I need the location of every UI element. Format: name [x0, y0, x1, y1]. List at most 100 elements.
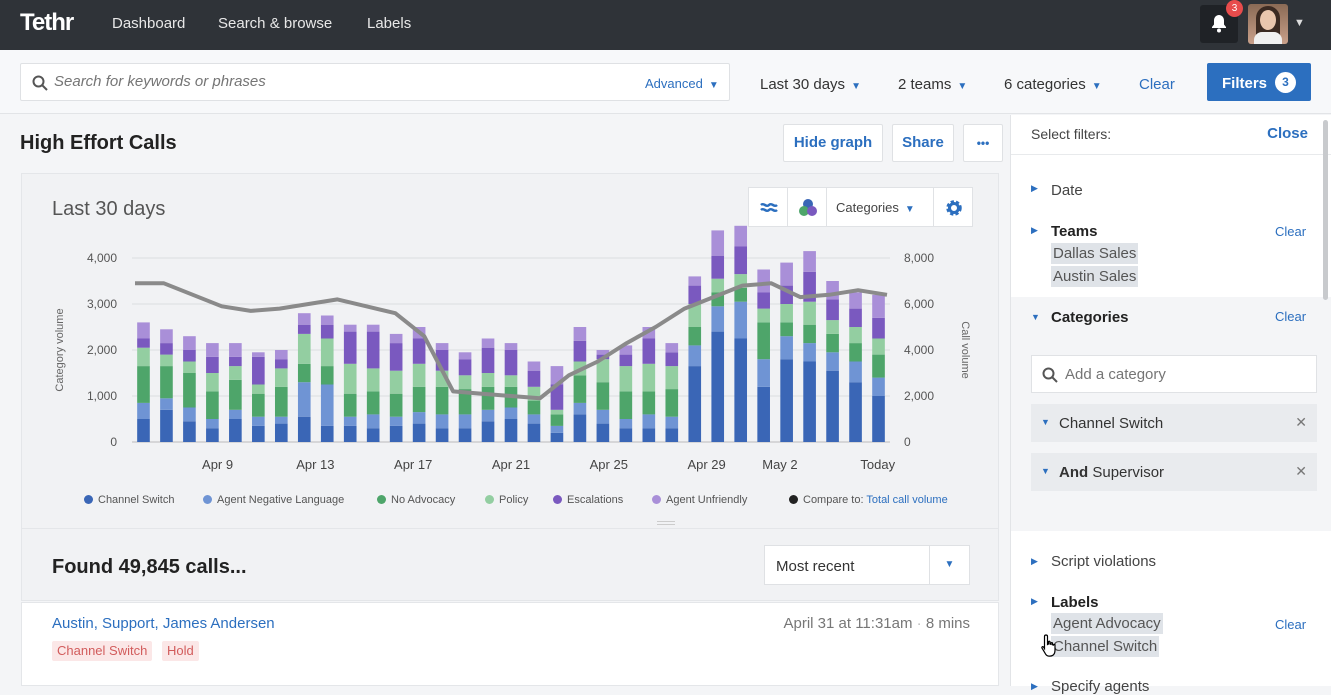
legend-label: Channel Switch	[98, 494, 175, 506]
chevron-down-icon[interactable]: ▼	[1294, 17, 1305, 29]
filter-section-script-violations[interactable]: Script violations	[1051, 553, 1156, 570]
bar-segment	[320, 315, 334, 325]
caret-down-icon[interactable]: ▼	[1041, 417, 1050, 427]
hide-graph-button[interactable]: Hide graph	[783, 124, 883, 162]
close-sidebar-link[interactable]: Close	[1267, 125, 1308, 142]
main-content: High Effort Calls Hide graph Share ••• L…	[0, 115, 1010, 686]
bar-segment	[435, 414, 449, 429]
advanced-label: Advanced	[645, 76, 703, 91]
bar-segment	[780, 359, 793, 442]
caret-right-icon: ▶	[1031, 225, 1038, 235]
caret-down-icon[interactable]: ▼	[1041, 466, 1050, 476]
chevron-down-icon: ▼	[957, 81, 968, 92]
sidebar-scrollbar[interactable]	[1323, 120, 1328, 300]
legend-policy[interactable]: Policy	[485, 494, 528, 506]
bar-segment	[435, 386, 449, 415]
filter-section-teams[interactable]: Teams	[1051, 223, 1097, 240]
nav-search-browse[interactable]: Search & browse	[218, 15, 332, 32]
clear-filters-link[interactable]: Clear	[1139, 76, 1175, 93]
bar-segment	[206, 373, 219, 392]
close-icon[interactable]: ✕	[1295, 463, 1307, 480]
clear-categories-link[interactable]: Clear	[1275, 309, 1306, 324]
filters-button[interactable]: Filters 3	[1207, 63, 1311, 101]
bar-segment	[389, 425, 403, 442]
categories-dropdown[interactable]: 6 categories ▼	[1004, 76, 1102, 93]
compare-total-call-volume-link[interactable]: Total call volume	[866, 494, 947, 506]
bar-segment	[343, 393, 357, 417]
bar-segment	[412, 423, 426, 442]
more-options-button[interactable]: •••	[963, 124, 1003, 162]
bar-segment	[160, 329, 173, 344]
graph-resize-handle[interactable]	[657, 521, 675, 525]
filter-section-labels[interactable]: Labels	[1051, 594, 1099, 611]
y-tick-label: 2,000	[87, 343, 117, 357]
bar-segment	[688, 366, 702, 442]
category-item[interactable]: ▼ And Supervisor ✕	[1031, 453, 1317, 491]
bar-segment	[826, 352, 839, 371]
bar-segment	[573, 327, 587, 341]
category-item[interactable]: ▼ Channel Switch ✕	[1031, 404, 1317, 442]
bar-segment	[688, 345, 702, 367]
bar-segment	[274, 350, 288, 360]
legend-no-advocacy[interactable]: No Advocacy	[377, 494, 455, 506]
bar-segment	[527, 370, 541, 387]
call-row[interactable]: Austin, Support, James Andersen April 31…	[21, 602, 999, 686]
nav-dashboard[interactable]: Dashboard	[112, 15, 185, 32]
team-chip[interactable]: Dallas Sales	[1051, 243, 1139, 264]
bar-segment	[527, 414, 541, 424]
legend-agent-negative-language[interactable]: Agent Negative Language	[203, 494, 344, 506]
bar-segment	[619, 391, 633, 419]
call-tag: Channel Switch	[52, 641, 153, 661]
bar-segment	[573, 402, 587, 415]
bar-segment	[642, 414, 656, 429]
share-button[interactable]: Share	[892, 124, 954, 162]
bar-segment	[504, 407, 518, 419]
bar-segment	[137, 338, 150, 348]
page-title: High Effort Calls	[20, 132, 177, 154]
bar-segment	[780, 322, 793, 337]
bar-segment	[252, 393, 265, 417]
date-range-dropdown[interactable]: Last 30 days ▼	[760, 76, 861, 93]
nav-labels[interactable]: Labels	[367, 15, 411, 32]
bar-segment	[297, 382, 311, 417]
bar-segment	[573, 375, 587, 403]
sort-select[interactable]: Most recent ▼	[764, 545, 970, 585]
bar-segment	[229, 366, 242, 380]
bar-segment	[550, 409, 564, 415]
chevron-down-icon[interactable]: ▼	[929, 546, 969, 584]
bar-segment	[642, 363, 656, 392]
bar-segment	[872, 396, 885, 442]
clear-teams-link[interactable]: Clear	[1275, 224, 1306, 239]
call-title-link[interactable]: Austin, Support, James Andersen	[52, 615, 275, 632]
y-tick-label: 4,000	[87, 251, 117, 265]
bar-segment	[757, 269, 770, 293]
advanced-search-dropdown[interactable]: Advanced ▼	[645, 76, 719, 91]
bar-segment	[343, 331, 357, 364]
add-category-input[interactable]	[1065, 366, 1285, 383]
label-chip[interactable]: Channel Switch	[1051, 636, 1160, 657]
clear-labels-link[interactable]: Clear	[1275, 617, 1306, 632]
label-chip[interactable]: Agent Advocacy	[1051, 613, 1163, 634]
search-input[interactable]	[54, 73, 574, 90]
y2-tick-label: 6,000	[904, 297, 934, 311]
team-chip[interactable]: Austin Sales	[1051, 266, 1139, 287]
bar-segment	[343, 324, 357, 332]
legend-escalations[interactable]: Escalations	[553, 494, 623, 506]
avatar[interactable]	[1248, 4, 1288, 44]
bar-segment	[711, 230, 725, 256]
logo[interactable]: Tethr	[20, 9, 74, 37]
close-icon[interactable]: ✕	[1295, 414, 1307, 431]
bar-segment	[412, 386, 426, 413]
legend-agent-unfriendly[interactable]: Agent Unfriendly	[652, 494, 747, 506]
bar-segment	[320, 324, 334, 339]
categories-section: ▼ Categories Clear ▼ Channel Switch ✕ ▼ …	[1011, 297, 1331, 531]
filter-section-categories[interactable]: Categories	[1051, 309, 1129, 326]
filter-section-date[interactable]: Date	[1051, 182, 1083, 199]
legend-channel-switch[interactable]: Channel Switch	[84, 494, 174, 506]
bar-segment	[412, 363, 426, 387]
bar-segment	[229, 409, 242, 419]
bar-segment	[297, 333, 311, 364]
teams-dropdown[interactable]: 2 teams ▼	[898, 76, 967, 93]
call-date: April 31 at 11:31am	[783, 615, 913, 632]
filter-section-specify-agents[interactable]: Specify agents	[1051, 678, 1149, 695]
